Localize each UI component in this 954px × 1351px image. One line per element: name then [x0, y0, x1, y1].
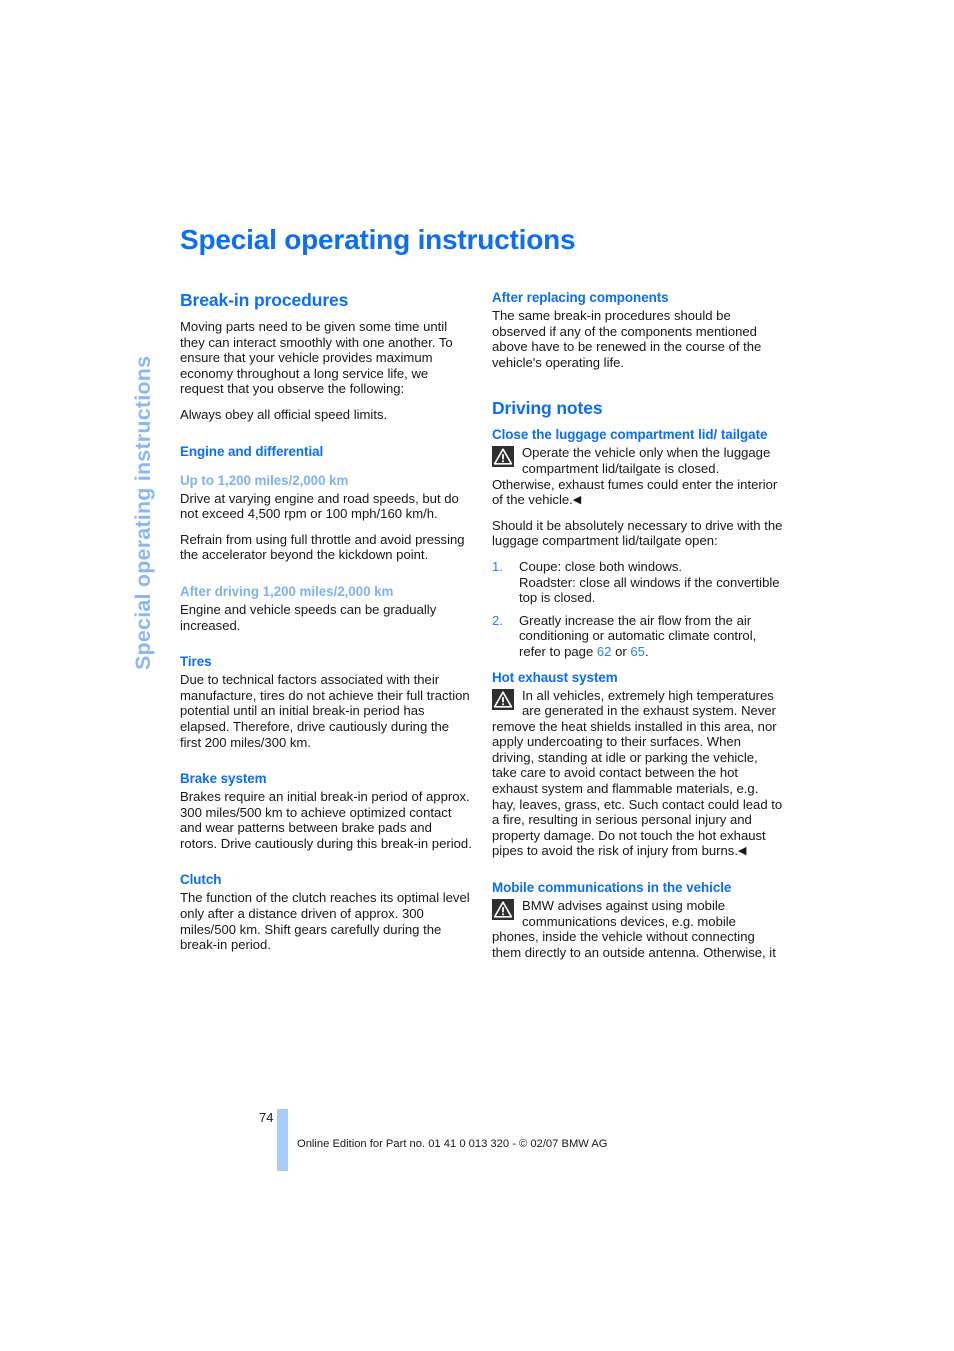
subsection-heading-after-driving-1200-miles: After driving 1,200 miles/2,000 km [180, 583, 394, 599]
subsection-heading-mobile-communications: Mobile communications in the vehicle [492, 880, 732, 896]
paragraph-after-driving: Engine and vehicle speeds can be gradual… [180, 601, 437, 633]
list-item-number: 1. [492, 558, 503, 574]
list-item: 1. Coupe: close both windows. Roadster: … [492, 559, 784, 606]
warning-text-mobile: BMW advises against using mobile communi… [492, 898, 776, 960]
list-item-text-between: or [611, 643, 631, 659]
paragraph-tires: Due to technical factors associated with… [180, 672, 470, 750]
page-reference-link-62[interactable]: 62 [597, 644, 612, 659]
paragraph-up-to-1200-miles-2: Refrain from using full throttle and avo… [180, 531, 465, 563]
paragraph-up-to-1200-miles-1: Drive at varying engine and road speeds,… [180, 490, 459, 522]
list-item: 2. Greatly increase the air flow from th… [492, 613, 784, 660]
paragraph-after-replacing-components: The same break-in procedures should be o… [492, 308, 762, 370]
end-marker-icon: ◀ [737, 845, 747, 858]
subsection-heading-up-to-1200-miles: Up to 1,200 miles/2,000 km [180, 472, 349, 488]
end-marker-icon: ◀ [572, 494, 582, 507]
section-heading-break-in-procedures: Break-in procedures [180, 290, 349, 310]
ordered-list-luggage-open: 1. Coupe: close both windows. Roadster: … [492, 559, 784, 660]
paragraph-luggage-lead: Should it be absolutely necessary to dri… [492, 517, 783, 549]
chapter-side-tab: Special operating instructions [131, 355, 155, 670]
left-column: Break-in procedures Moving parts need to… [180, 290, 472, 963]
warning-text-luggage: Operate the vehicle only when the luggag… [492, 445, 778, 508]
footer-edition-note: Online Edition for Part no. 01 41 0 013 … [297, 1138, 608, 1150]
subsection-heading-engine-and-differential: Engine and differential [180, 443, 324, 459]
paragraph-clutch: The function of the clutch reaches its o… [180, 890, 470, 953]
manual-page: Special operating instructions Special o… [0, 0, 954, 1351]
list-item-text: Coupe: close both windows. Roadster: clo… [519, 558, 780, 606]
folio-accent-bar [277, 1109, 288, 1171]
list-item-number: 2. [492, 612, 503, 628]
warning-text-exhaust: In all vehicles, extremely high temperat… [492, 687, 783, 859]
warning-block-luggage: Operate the vehicle only when the luggag… [492, 445, 784, 507]
page-reference-link-65[interactable]: 65 [630, 644, 645, 659]
warning-triangle-icon [492, 899, 514, 921]
right-column: After replacing components The same brea… [492, 290, 784, 970]
warning-triangle-icon [492, 688, 514, 710]
subsection-heading-clutch: Clutch [180, 872, 222, 888]
warning-triangle-icon [492, 446, 514, 468]
paragraph-speed-limits: Always obey all official speed limits. [180, 406, 388, 422]
paragraph-break-in-intro: Moving parts need to be given some time … [180, 319, 453, 397]
subsection-heading-tires: Tires [180, 654, 212, 670]
page-number: 74 [259, 1110, 274, 1125]
subsection-heading-hot-exhaust-system: Hot exhaust system [492, 669, 618, 685]
section-heading-driving-notes: Driving notes [492, 398, 603, 419]
paragraph-brake-system: Brakes require an initial break-in perio… [180, 789, 472, 851]
subsection-heading-close-luggage-compartment: Close the luggage compartment lid/ tailg… [492, 427, 768, 443]
subsection-heading-brake-system: Brake system [180, 771, 267, 787]
list-item-text-after: . [644, 643, 649, 659]
warning-block-mobile: BMW advises against using mobile communi… [492, 898, 784, 960]
list-item-text: Greatly increase the air flow from the a… [519, 613, 756, 659]
warning-block-exhaust: In all vehicles, extremely high temperat… [492, 688, 784, 860]
subsection-heading-after-replacing-components: After replacing components [492, 290, 669, 305]
page-title: Special operating instructions [180, 224, 576, 255]
